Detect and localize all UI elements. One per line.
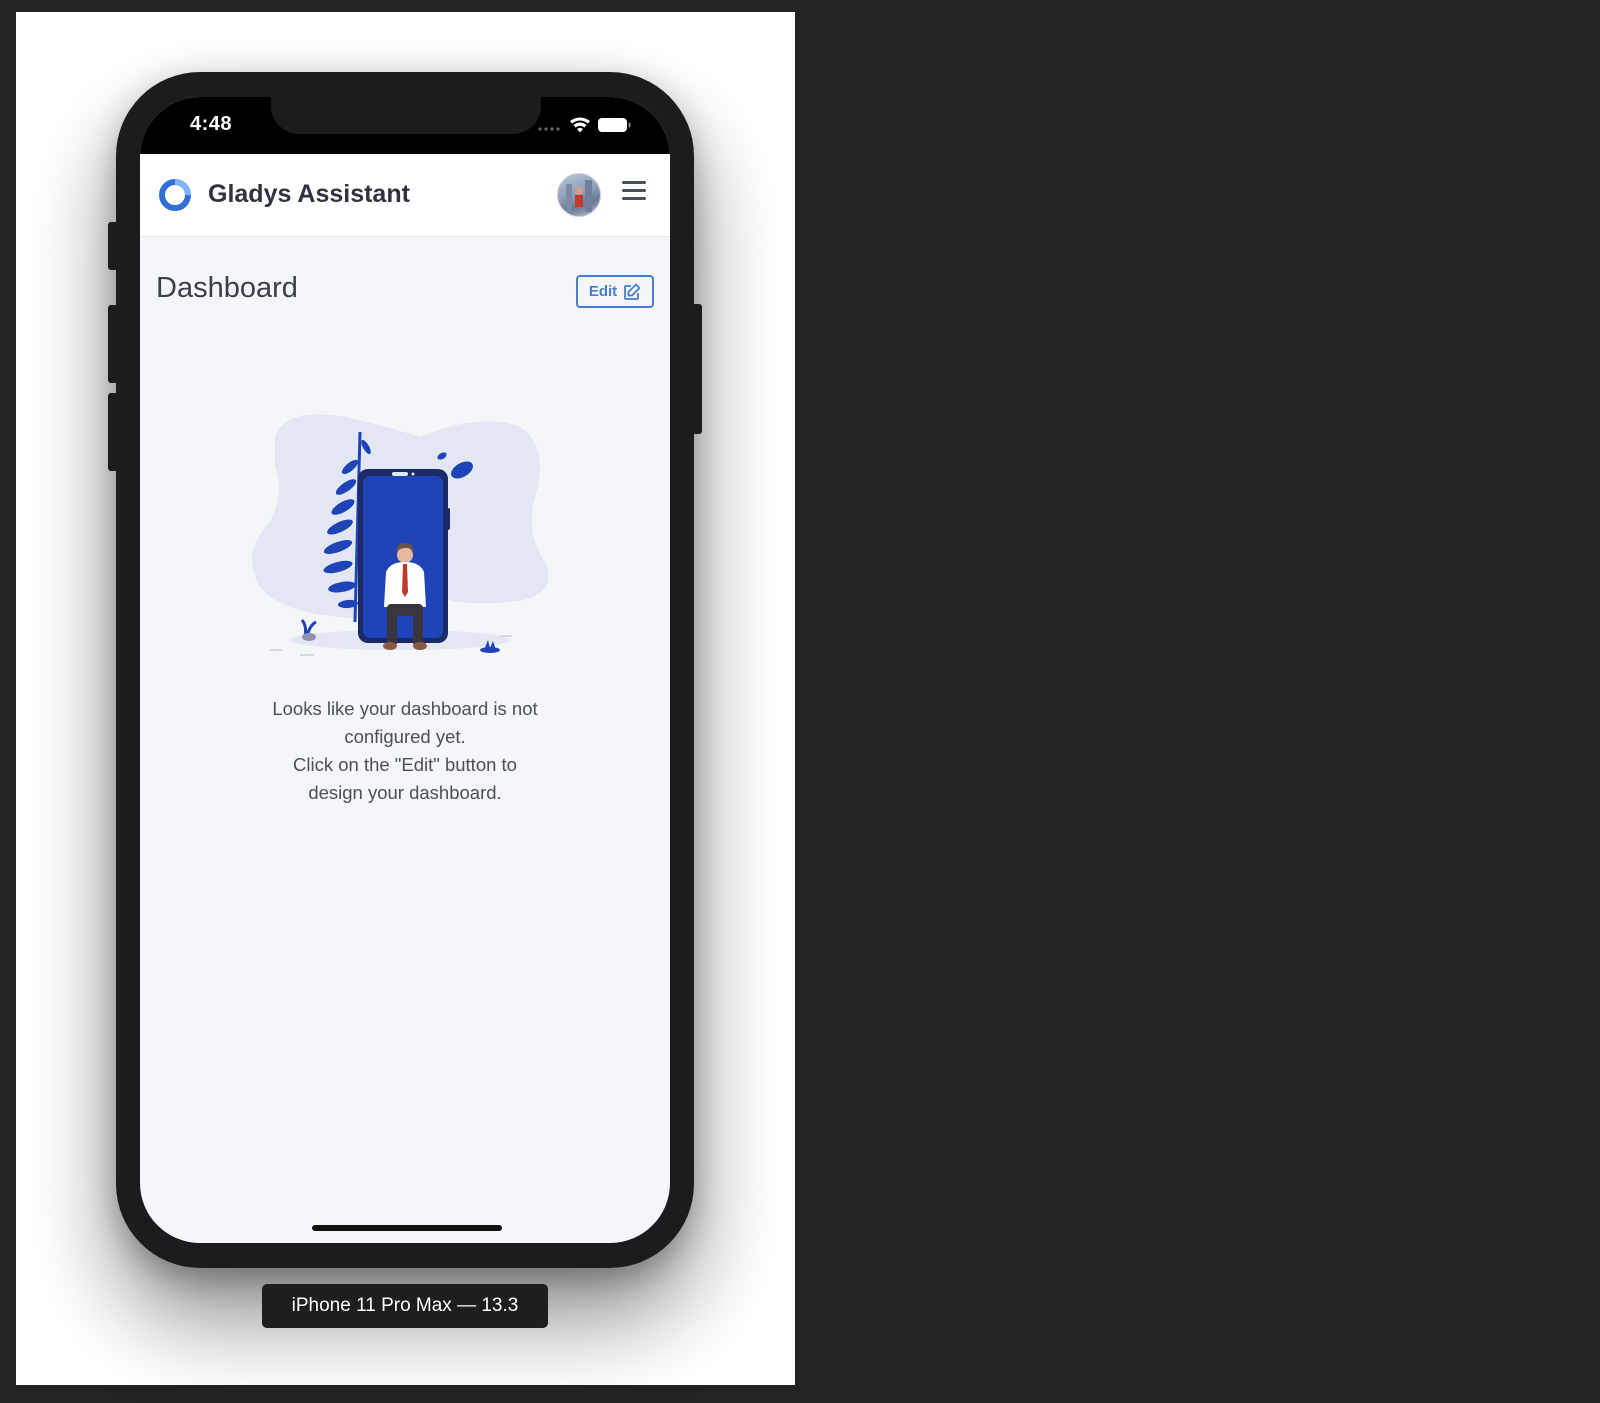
- empty-message-line: Click on the "Edit" button to: [293, 754, 517, 775]
- home-indicator[interactable]: [312, 1225, 502, 1231]
- menu-line: [622, 189, 646, 192]
- user-avatar[interactable]: [557, 173, 601, 217]
- empty-dashboard-message: Looks like your dashboard is not configu…: [235, 695, 575, 807]
- edit-button-label: Edit: [588, 283, 618, 300]
- menu-line: [622, 197, 646, 200]
- silent-switch: [108, 222, 118, 270]
- power-button: [692, 304, 702, 434]
- empty-dashboard-illustration: [252, 414, 549, 656]
- small-plant-left: [300, 619, 317, 641]
- avatar-image: [566, 180, 592, 212]
- menu-line: [622, 181, 646, 184]
- edit-icon: [624, 283, 641, 300]
- volume-down-button: [108, 393, 118, 471]
- volume-up-button: [108, 305, 118, 383]
- battery-icon: [598, 118, 631, 132]
- empty-message-line: design your dashboard.: [308, 782, 502, 803]
- signal-icon: [538, 127, 560, 131]
- gladys-logo-icon[interactable]: [158, 178, 192, 212]
- phone-screen: 4:48 Gladys Assistant Dashboard Edit Loo…: [140, 97, 670, 1243]
- simulator-device-label: iPhone 11 Pro Max — 13.3: [262, 1284, 548, 1328]
- status-bar: 4:48: [140, 97, 670, 154]
- wifi-icon: [570, 117, 590, 133]
- empty-message-line: Looks like your dashboard is not: [272, 698, 538, 719]
- empty-message-line: configured yet.: [344, 726, 466, 747]
- edit-button[interactable]: Edit: [576, 275, 654, 308]
- page-title: Dashboard: [156, 272, 298, 304]
- top-navbar: Gladys Assistant: [140, 154, 670, 237]
- notch: [271, 97, 541, 134]
- brand-name[interactable]: Gladys Assistant: [208, 180, 410, 209]
- status-time: 4:48: [190, 113, 233, 135]
- status-icons: [538, 117, 631, 133]
- hamburger-menu-icon[interactable]: [622, 181, 646, 203]
